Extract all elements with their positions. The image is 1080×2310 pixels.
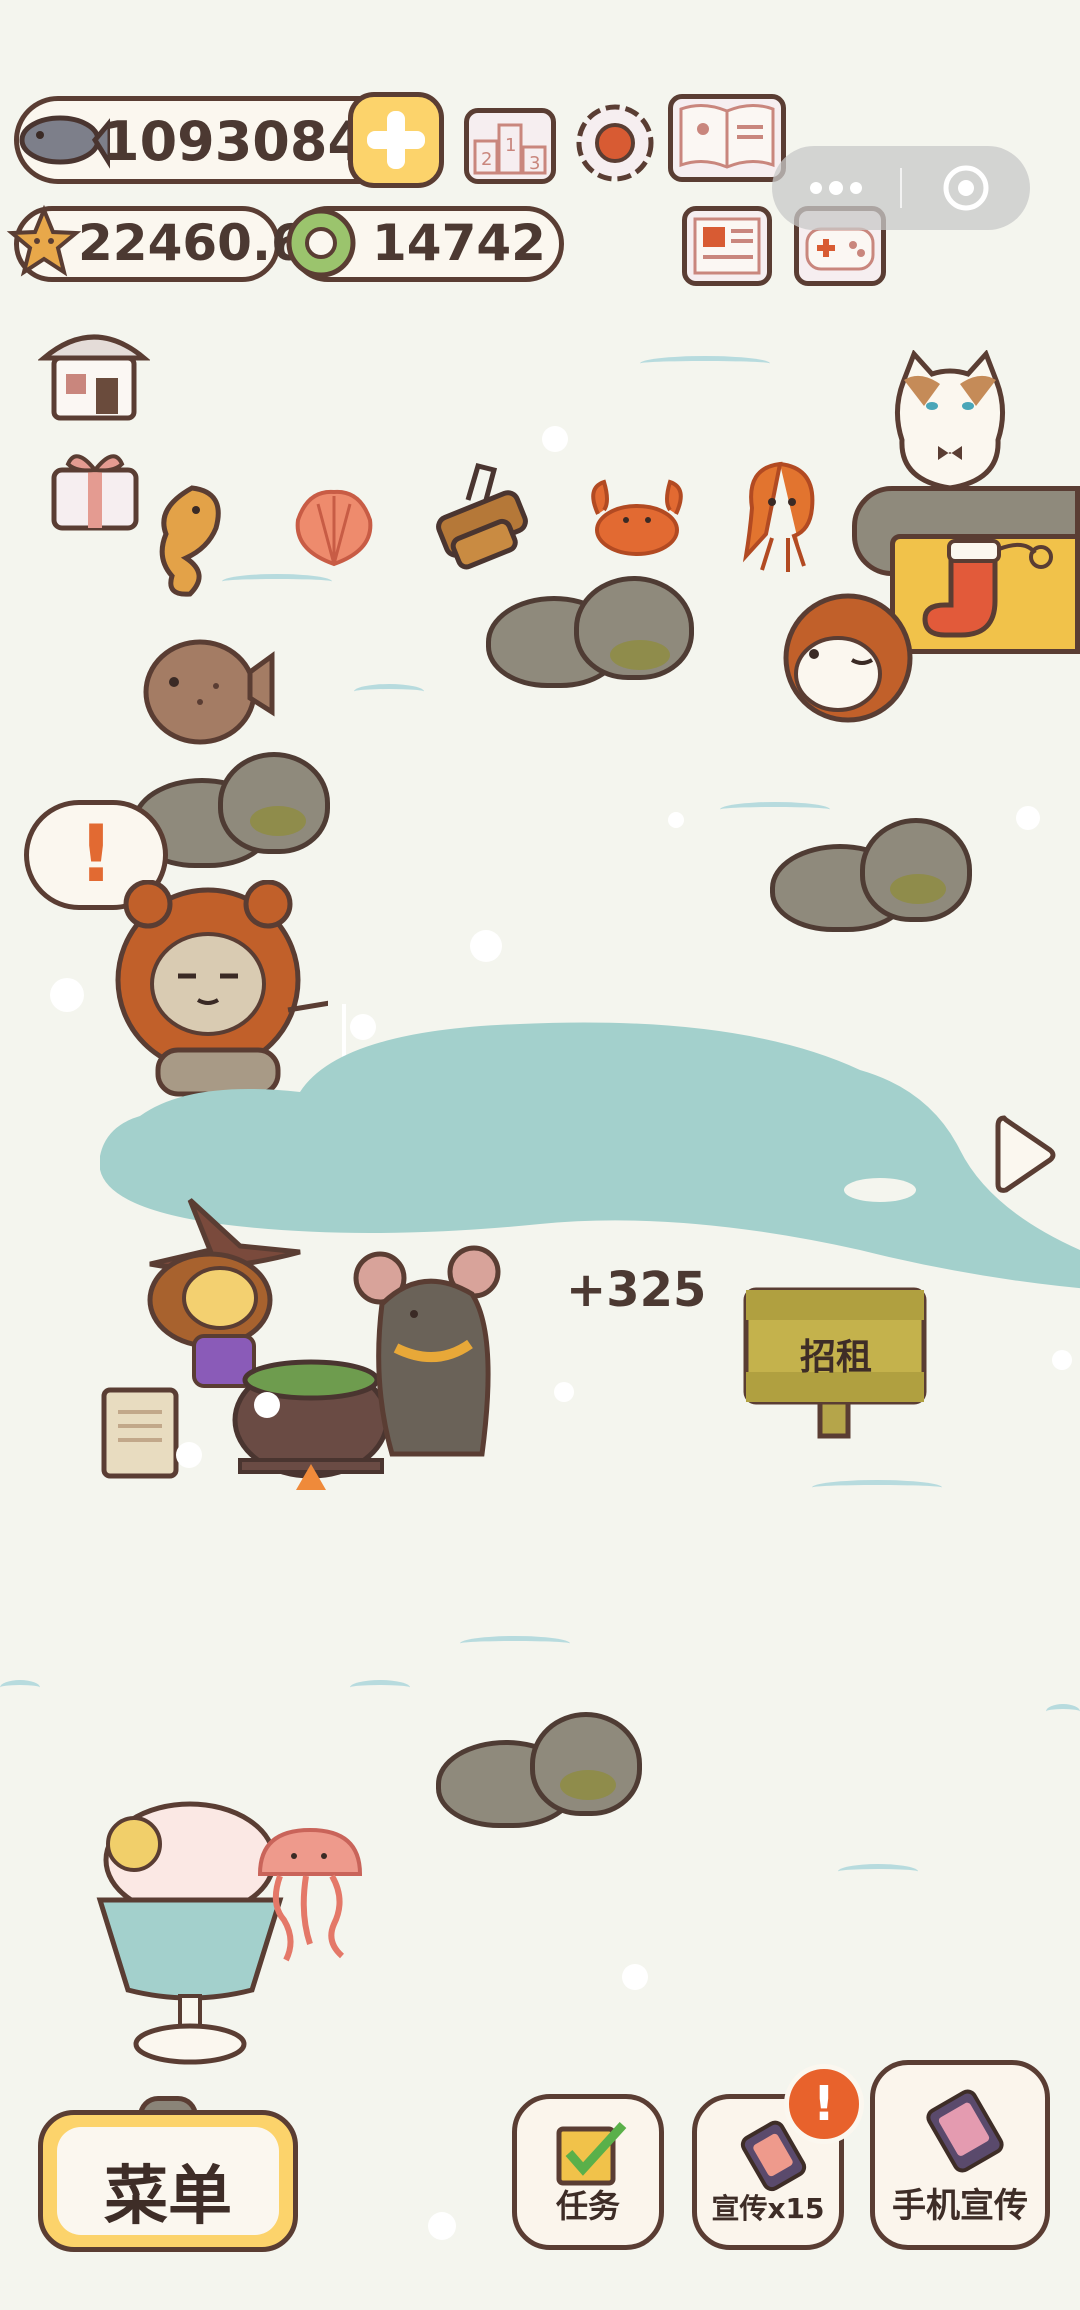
settings-button[interactable] [570, 98, 660, 188]
crab-icon[interactable] [580, 474, 694, 564]
octopus-icon[interactable] [732, 458, 828, 576]
water-wave [720, 802, 830, 817]
star-count: 22460.6 [78, 214, 306, 272]
gear-icon [576, 104, 654, 182]
gift-button[interactable] [46, 442, 144, 534]
snowflake [1016, 806, 1040, 830]
snowflake [542, 426, 568, 452]
shop-button[interactable] [37, 320, 151, 424]
water-wave [812, 1480, 942, 1495]
cat-customer[interactable] [880, 349, 1020, 494]
water-wave [222, 574, 332, 589]
wood-bundle-icon[interactable] [428, 460, 534, 578]
svg-text:3: 3 [529, 153, 540, 174]
add-currency-button[interactable] [348, 92, 444, 188]
phone-icon [919, 2085, 1011, 2177]
water-wave [838, 1864, 918, 1879]
snowflake [622, 1964, 648, 1990]
snowflake [176, 1442, 202, 1468]
phone-promo-label: 手机宣传 [892, 2186, 1028, 2226]
target-close-icon[interactable] [902, 146, 1030, 230]
menu-button[interactable]: 菜单 [38, 2096, 298, 2252]
star-icon [6, 204, 82, 280]
more-dots-icon[interactable] [772, 146, 900, 230]
promo-label: 宣传x15 [711, 2192, 825, 2225]
chevron-right-icon [995, 1115, 1056, 1193]
newspaper-icon [693, 217, 761, 275]
gift-icon [51, 454, 139, 531]
water-wave [640, 356, 770, 371]
task-button[interactable]: 任务 [512, 2094, 664, 2250]
promo-alert-badge: ! [784, 2064, 864, 2144]
snowflake [1052, 1350, 1072, 1370]
svg-text:1: 1 [505, 135, 516, 156]
seahorse-icon[interactable] [136, 478, 236, 602]
news-button[interactable] [682, 206, 772, 286]
jellyfish-icon[interactable] [250, 1824, 370, 1964]
podium-icon: 213 [473, 123, 547, 175]
miniprogram-capsule [772, 146, 1030, 230]
menu-board [98, 1380, 182, 1480]
water-wave [1046, 1704, 1080, 1719]
pufferfish-icon[interactable] [140, 632, 276, 750]
snowflake [350, 1014, 376, 1040]
ring-icon [282, 204, 360, 282]
snowflake [50, 978, 84, 1012]
snowflake [668, 812, 684, 828]
water-wave [0, 1680, 40, 1695]
task-label: 任务 [555, 2187, 620, 2225]
water-wave [354, 684, 424, 699]
phone-promo-button[interactable]: 手机宣传 [870, 2060, 1050, 2250]
lion-fish-character[interactable] [768, 580, 928, 730]
next-area-button[interactable] [994, 1110, 1058, 1200]
snowflake [428, 2212, 456, 2240]
water-wave [350, 1680, 410, 1695]
promo-badge-mark: ! [813, 2076, 835, 2132]
checklist-icon [553, 2119, 629, 2189]
book-button[interactable] [668, 94, 786, 182]
menu-label: 菜单 [104, 2160, 232, 2234]
snowflake [554, 1382, 574, 1402]
shell-icon[interactable] [288, 484, 380, 572]
svg-text:2: 2 [481, 149, 492, 170]
score-popup: +325 [566, 1262, 707, 1318]
book-icon [679, 104, 775, 169]
shop-icon [37, 334, 151, 421]
plus-icon [367, 111, 425, 169]
rent-sign-label: 招租 [799, 1337, 872, 1378]
water-wave [460, 1636, 570, 1651]
ranking-button[interactable]: 213 [464, 108, 556, 184]
snowflake [254, 1392, 280, 1418]
ring-count: 14742 [372, 214, 546, 272]
rat-character[interactable] [352, 1244, 512, 1464]
snowflake [470, 930, 502, 962]
fish-icon [10, 100, 113, 180]
